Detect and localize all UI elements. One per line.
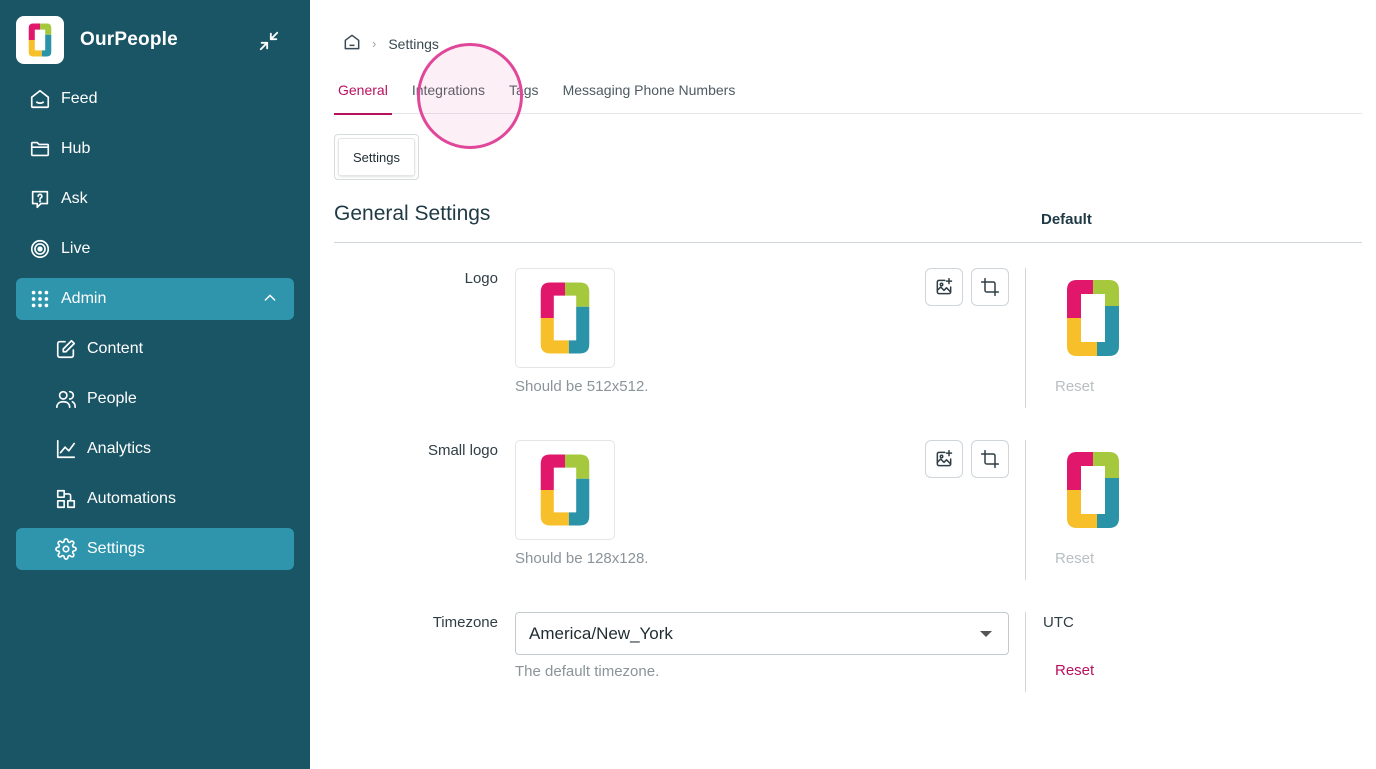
- subtab-settings[interactable]: Settings: [338, 138, 415, 176]
- main-content: › Settings General Integrations Tags Mes…: [310, 0, 1376, 769]
- divider: [1025, 440, 1026, 580]
- sidebar-item-analytics[interactable]: Analytics: [16, 428, 294, 470]
- sidebar-item-label: Content: [87, 340, 144, 357]
- divider: [334, 242, 1362, 243]
- tab-integrations[interactable]: Integrations: [408, 80, 489, 114]
- default-column-header: Default: [1041, 211, 1092, 228]
- timezone-reset-button[interactable]: Reset: [1055, 662, 1094, 679]
- sidebar-item-admin[interactable]: Admin: [16, 278, 294, 320]
- chevron-up-icon[interactable]: [262, 290, 278, 311]
- sidebar-item-label: Automations: [87, 490, 176, 507]
- breadcrumb-current: Settings: [388, 35, 439, 52]
- sidebar-item-live[interactable]: Live: [16, 228, 294, 270]
- timezone-hint: The default timezone.: [515, 663, 660, 680]
- timezone-select[interactable]: America/New_York: [515, 612, 1009, 655]
- tab-messaging-phone-numbers[interactable]: Messaging Phone Numbers: [559, 80, 740, 114]
- sidebar: OurPeople Feed Hub Ask Live Admin Conten…: [0, 0, 310, 769]
- sidebar-item-label: Settings: [87, 540, 145, 557]
- default-logo-preview: [1063, 276, 1123, 360]
- brand: OurPeople: [16, 16, 294, 64]
- divider: [1025, 268, 1026, 408]
- caret-down-icon: [980, 631, 992, 637]
- sidebar-item-label: Analytics: [87, 440, 152, 457]
- divider: [1025, 612, 1026, 692]
- sidebar-item-label: Admin: [61, 290, 107, 307]
- settings-tabs: General Integrations Tags Messaging Phon…: [334, 80, 1362, 115]
- small-logo-hint: Should be 128x128.: [515, 550, 649, 567]
- breadcrumb: › Settings: [342, 32, 439, 55]
- upload-small-logo-button[interactable]: [925, 440, 963, 478]
- flow-icon: [54, 487, 78, 511]
- users-icon: [54, 387, 78, 411]
- small-logo-label: Small logo: [427, 442, 498, 459]
- logo-hint: Should be 512x512.: [515, 378, 649, 395]
- small-logo-preview[interactable]: [515, 440, 615, 540]
- crop-logo-button[interactable]: [971, 268, 1009, 306]
- sidebar-item-content[interactable]: Content: [16, 328, 294, 370]
- small-logo-reset-button[interactable]: Reset: [1055, 550, 1094, 567]
- gear-icon: [54, 537, 78, 561]
- section-title: General Settings: [334, 202, 491, 225]
- tab-tags[interactable]: Tags: [505, 80, 543, 114]
- logo-label: Logo: [464, 270, 498, 287]
- target-icon: [28, 237, 52, 261]
- home-icon[interactable]: [342, 32, 362, 55]
- logo-reset-button[interactable]: Reset: [1055, 378, 1094, 395]
- sidebar-item-ask[interactable]: Ask: [16, 178, 294, 220]
- sidebar-nav: Feed Hub Ask Live Admin Content People A…: [16, 78, 294, 578]
- sidebar-item-label: People: [87, 390, 137, 407]
- sidebar-item-people[interactable]: People: [16, 378, 294, 420]
- chart-line-icon: [54, 437, 78, 461]
- sidebar-item-label: Ask: [61, 190, 88, 207]
- brand-name: OurPeople: [80, 29, 178, 50]
- grid-dots-icon: [28, 287, 52, 311]
- sidebar-item-automations[interactable]: Automations: [16, 478, 294, 520]
- crop-icon: [980, 449, 1000, 469]
- minimize-icon: [259, 31, 279, 51]
- sidebar-item-label: Live: [61, 240, 91, 257]
- question-icon: [28, 187, 52, 211]
- image-add-icon: [936, 277, 953, 295]
- default-small-logo-preview: [1063, 448, 1123, 532]
- chevron-right-icon: ›: [372, 36, 377, 51]
- home-icon: [28, 87, 52, 111]
- default-timezone-value: UTC: [1043, 614, 1074, 631]
- sidebar-item-hub[interactable]: Hub: [16, 128, 294, 170]
- folder-icon: [28, 137, 52, 161]
- sidebar-item-feed[interactable]: Feed: [16, 78, 294, 120]
- sidebar-item-settings[interactable]: Settings: [16, 528, 294, 570]
- subtab-group: Settings: [334, 134, 419, 180]
- collapse-sidebar-button[interactable]: [256, 28, 282, 54]
- tab-general[interactable]: General: [334, 80, 392, 115]
- sidebar-item-label: Hub: [61, 140, 91, 157]
- upload-logo-button[interactable]: [925, 268, 963, 306]
- crop-icon: [980, 277, 1000, 297]
- sidebar-item-label: Feed: [61, 90, 98, 107]
- image-add-icon: [936, 449, 953, 467]
- edit-icon: [54, 337, 78, 361]
- crop-small-logo-button[interactable]: [971, 440, 1009, 478]
- timezone-value: America/New_York: [529, 623, 673, 643]
- timezone-label: Timezone: [432, 614, 498, 631]
- logo-preview[interactable]: [515, 268, 615, 368]
- brand-logo[interactable]: [16, 16, 64, 64]
